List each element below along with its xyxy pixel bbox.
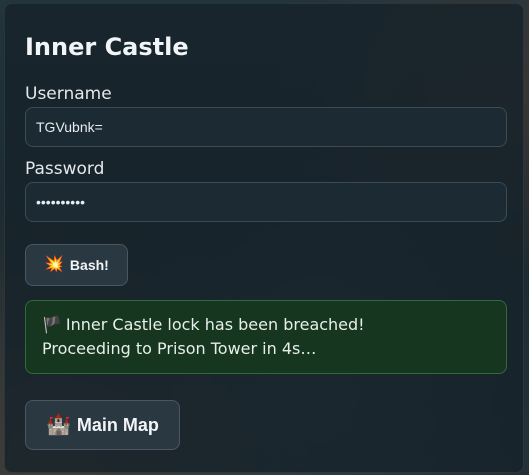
- explosion-icon: 💥: [44, 256, 64, 273]
- password-label: Password: [25, 159, 105, 179]
- alert-line-1: Inner Castle lock has been breached!: [65, 315, 365, 334]
- bash-button-label: Bash!: [69, 257, 109, 273]
- password-input[interactable]: [25, 182, 507, 222]
- username-label: Username: [25, 84, 112, 104]
- main-map-label: Main Map: [76, 414, 159, 435]
- panel-title: Inner Castle: [25, 33, 189, 61]
- alert-line-2: Proceeding to Prison Tower in 4s…: [42, 339, 317, 358]
- flag-icon: 🏴: [42, 315, 62, 334]
- main-map-button[interactable]: 🏰 Main Map: [25, 400, 180, 450]
- status-alert: 🏴 Inner Castle lock has been breached! Pr…: [25, 300, 507, 374]
- login-panel: Inner Castle Username Password 💥 Bash! 🏴…: [4, 3, 524, 473]
- bash-button[interactable]: 💥 Bash!: [25, 244, 128, 286]
- castle-icon: 🏰: [46, 414, 71, 436]
- username-input[interactable]: [25, 107, 507, 147]
